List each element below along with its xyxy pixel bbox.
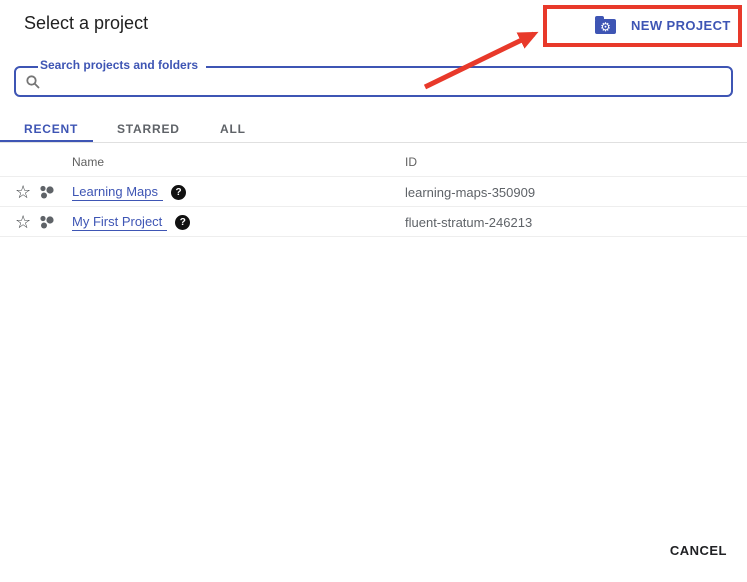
table-row: ☆ My First Project ? fluent-stratum-2462… xyxy=(0,207,747,237)
new-project-label: NEW PROJECT xyxy=(631,18,731,33)
project-id-cell: learning-maps-350909 xyxy=(405,177,535,207)
project-id-cell: fluent-stratum-246213 xyxy=(405,207,532,237)
search-icon xyxy=(25,74,41,90)
project-link[interactable]: My First Project xyxy=(72,214,167,231)
cancel-button[interactable]: CANCEL xyxy=(670,543,727,558)
project-icon xyxy=(39,184,55,205)
table-row: ☆ Learning Maps ? learning-maps-350909 xyxy=(0,177,747,207)
column-header-id: ID xyxy=(405,155,417,169)
search-field-label: Search projects and folders xyxy=(38,58,206,73)
column-header-name: Name xyxy=(72,155,104,169)
tabs-divider xyxy=(0,142,747,143)
gear-glyph: ⚙ xyxy=(600,21,611,33)
new-project-button[interactable]: ⚙ NEW PROJECT xyxy=(595,11,731,39)
project-name-cell: Learning Maps ? xyxy=(72,177,186,207)
star-icon[interactable]: ☆ xyxy=(15,177,31,207)
project-name-cell: My First Project ? xyxy=(72,207,190,237)
project-link[interactable]: Learning Maps xyxy=(72,184,163,201)
new-project-folder-gear-icon: ⚙ xyxy=(595,19,616,34)
tab-starred[interactable]: STARRED xyxy=(117,122,180,136)
search-field[interactable]: Search projects and folders xyxy=(14,66,733,97)
help-icon[interactable]: ? xyxy=(171,185,186,200)
project-icon xyxy=(39,214,55,235)
star-icon[interactable]: ☆ xyxy=(15,207,31,237)
help-icon[interactable]: ? xyxy=(175,215,190,230)
page-title: Select a project xyxy=(24,13,148,34)
tab-recent[interactable]: RECENT xyxy=(24,122,78,136)
table-divider xyxy=(0,236,747,237)
tab-all[interactable]: ALL xyxy=(220,122,246,136)
